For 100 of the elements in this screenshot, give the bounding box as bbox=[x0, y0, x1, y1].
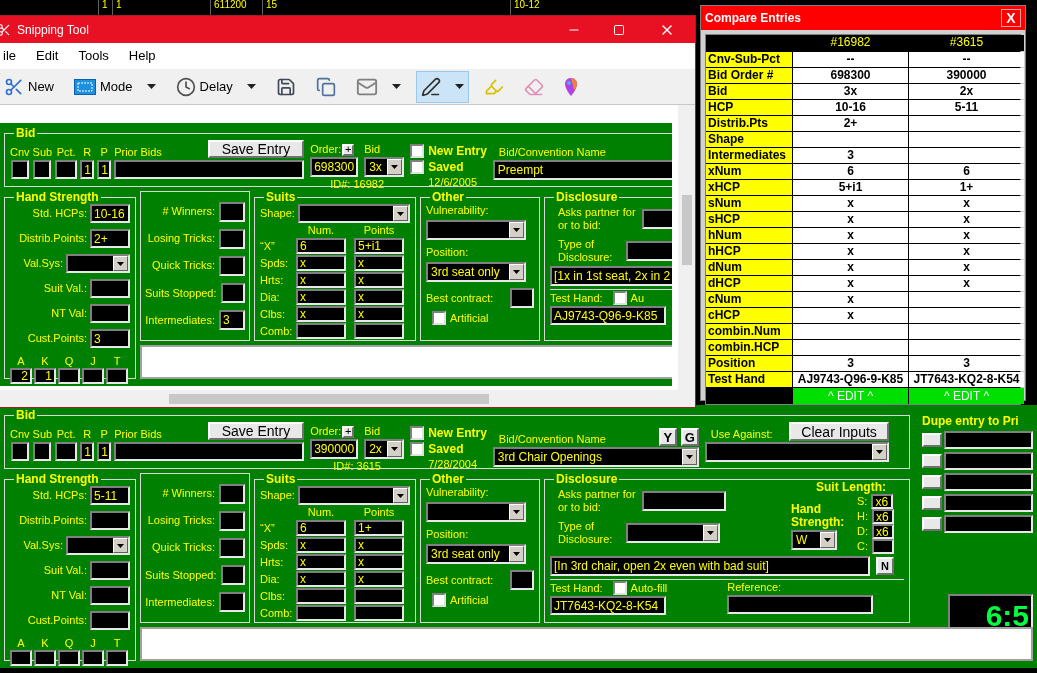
add-button[interactable]: + bbox=[342, 425, 355, 438]
dropdown[interactable]: Preempt bbox=[492, 160, 672, 180]
text-field[interactable]: [1x in 1st seat, 2x in 2 bbox=[550, 266, 672, 286]
text-field[interactable]: x bbox=[296, 554, 346, 570]
scrollbar-thumb[interactable] bbox=[169, 393, 489, 404]
clear-inputs-button[interactable]: Clear Inputs bbox=[789, 422, 889, 441]
dropdown[interactable] bbox=[66, 254, 130, 273]
menu-item[interactable]: ile bbox=[3, 46, 16, 66]
dropdown[interactable] bbox=[297, 204, 410, 223]
text-field[interactable] bbox=[872, 539, 894, 554]
text-field[interactable]: JT7643-KQ2-8-K54 bbox=[550, 596, 666, 615]
toolbar-button[interactable]: Delay bbox=[170, 70, 261, 103]
text-field[interactable]: 2 bbox=[10, 368, 32, 384]
checkbox[interactable] bbox=[410, 144, 425, 158]
menu-item[interactable]: Help bbox=[128, 46, 156, 66]
text-field[interactable] bbox=[354, 323, 404, 339]
text-field[interactable] bbox=[219, 228, 245, 249]
text-field[interactable] bbox=[106, 650, 128, 666]
text-field[interactable]: 1 bbox=[34, 368, 56, 384]
text-field[interactable]: 390000 bbox=[310, 439, 359, 459]
text-field[interactable]: 5-11 bbox=[90, 486, 130, 505]
text-field[interactable]: 3 bbox=[90, 329, 130, 348]
text-field[interactable] bbox=[82, 368, 104, 384]
text-field[interactable] bbox=[10, 160, 29, 179]
checkbox[interactable] bbox=[612, 291, 627, 305]
text-field[interactable]: x bbox=[354, 554, 404, 570]
text-field[interactable] bbox=[114, 160, 305, 179]
text-field[interactable]: AJ9743-Q96-9-K85 bbox=[550, 306, 666, 325]
text-field[interactable] bbox=[90, 586, 130, 605]
dropdown[interactable] bbox=[426, 220, 526, 240]
text-field[interactable] bbox=[10, 650, 32, 666]
add-button[interactable]: + bbox=[342, 143, 355, 156]
text-field[interactable] bbox=[90, 304, 130, 323]
text-field[interactable]: x6 bbox=[872, 509, 894, 524]
text-field[interactable]: x bbox=[296, 255, 346, 271]
scrollbar-thumb[interactable] bbox=[681, 195, 692, 265]
dropdown[interactable] bbox=[297, 486, 410, 505]
text-field[interactable]: x bbox=[354, 272, 404, 288]
checkbox[interactable] bbox=[432, 593, 446, 607]
text-field[interactable] bbox=[220, 565, 245, 586]
dropdown[interactable]: 3rd seat only bbox=[426, 262, 526, 282]
text-field[interactable] bbox=[114, 442, 305, 461]
text-field[interactable] bbox=[296, 588, 346, 604]
text-field[interactable] bbox=[510, 570, 534, 590]
text-field[interactable] bbox=[90, 611, 130, 630]
text-field[interactable] bbox=[219, 483, 245, 504]
maximize-icon[interactable] bbox=[613, 23, 625, 36]
dropdown[interactable]: 3x bbox=[364, 157, 405, 177]
text-field[interactable]: 1 bbox=[97, 442, 112, 461]
text-field[interactable] bbox=[90, 279, 130, 298]
text-field[interactable]: 1+ bbox=[354, 520, 404, 536]
text-field[interactable]: x bbox=[354, 571, 404, 587]
memo-area[interactable] bbox=[140, 627, 1033, 661]
text-field[interactable]: x bbox=[296, 272, 346, 288]
dropdown[interactable] bbox=[66, 536, 130, 555]
checkbox[interactable] bbox=[410, 442, 425, 456]
text-field[interactable] bbox=[82, 650, 104, 666]
text-field[interactable]: [In 3rd chair, open 2x even with bad suit] bbox=[550, 556, 870, 576]
text-field[interactable]: x bbox=[354, 255, 404, 271]
text-field[interactable]: x bbox=[354, 289, 404, 305]
text-field[interactable] bbox=[944, 452, 1033, 470]
toolbar-button[interactable]: Mode bbox=[69, 70, 161, 103]
text-field[interactable] bbox=[55, 442, 78, 461]
text-field[interactable] bbox=[944, 473, 1033, 491]
text-field[interactable] bbox=[354, 605, 404, 621]
text-field[interactable]: x bbox=[354, 537, 404, 553]
dropdown[interactable] bbox=[426, 502, 526, 522]
dropdown[interactable] bbox=[704, 442, 889, 462]
text-field[interactable] bbox=[10, 442, 29, 461]
save-entry-button[interactable]: Save Entry bbox=[207, 140, 305, 158]
toolbar-button[interactable] bbox=[415, 70, 469, 103]
text-field[interactable] bbox=[727, 595, 874, 614]
close-button[interactable]: X bbox=[1001, 9, 1021, 27]
text-field[interactable] bbox=[510, 288, 534, 308]
y-button[interactable]: Y bbox=[658, 428, 677, 446]
text-field[interactable] bbox=[58, 650, 80, 666]
dupe-button[interactable] bbox=[922, 496, 942, 510]
text-field[interactable]: 698300 bbox=[310, 157, 359, 177]
checkbox[interactable] bbox=[432, 311, 446, 325]
text-field[interactable] bbox=[354, 588, 404, 604]
checkbox[interactable] bbox=[410, 160, 425, 174]
text-field[interactable]: x bbox=[354, 306, 404, 322]
text-field[interactable]: 6 bbox=[296, 520, 346, 536]
text-field[interactable]: x bbox=[296, 537, 346, 553]
text-field[interactable] bbox=[296, 323, 346, 339]
dupe-button[interactable] bbox=[922, 517, 942, 531]
text-field[interactable] bbox=[220, 283, 245, 304]
text-field[interactable] bbox=[90, 511, 130, 530]
dupe-button[interactable] bbox=[922, 475, 942, 489]
save-entry-button[interactable]: Save Entry bbox=[207, 422, 305, 440]
text-field[interactable] bbox=[219, 510, 245, 531]
checkbox[interactable] bbox=[612, 581, 627, 595]
text-field[interactable]: 2+ bbox=[90, 229, 130, 248]
text-field[interactable] bbox=[34, 650, 56, 666]
g-button[interactable]: G bbox=[680, 428, 699, 446]
toolbar-button[interactable]: New bbox=[0, 70, 59, 103]
text-field[interactable]: 5+i1 bbox=[354, 238, 404, 254]
n-button[interactable]: N bbox=[876, 557, 894, 575]
text-field[interactable] bbox=[944, 431, 1033, 449]
text-field[interactable] bbox=[219, 537, 245, 558]
